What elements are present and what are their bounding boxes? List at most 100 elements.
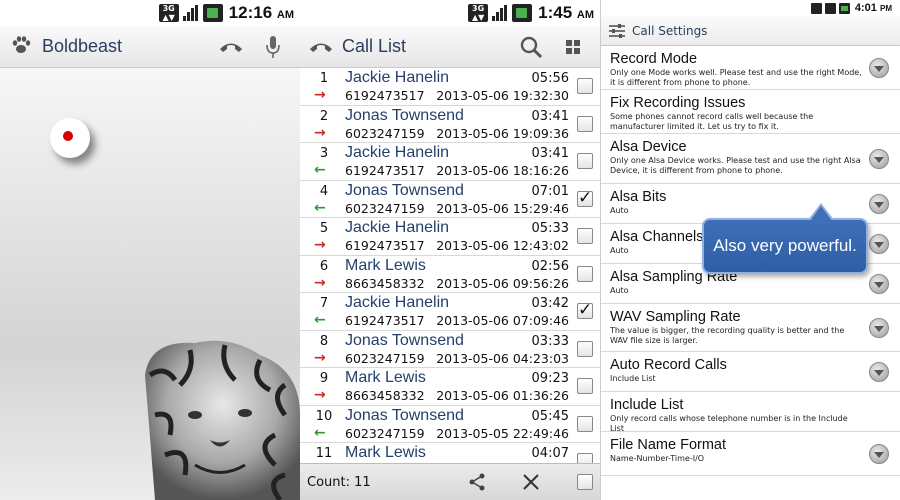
row-checkbox[interactable] (577, 78, 593, 94)
setting-description: Only record calls whose telephone number… (610, 414, 848, 433)
search-icon[interactable] (514, 30, 548, 64)
row-checkbox[interactable] (577, 265, 593, 282)
call-row[interactable]: 10 Jonas Townsend 05:45 ← 6023247159 2013-05-… (300, 406, 600, 443)
call-row[interactable]: 8 Jonas Townsend 03:33 → 6023247159 2013-05-0… (300, 331, 600, 368)
settings-item[interactable]: Include List Only record calls whose tele… (601, 392, 900, 433)
row-checkbox[interactable] (577, 115, 593, 132)
action-bar: Boldbeast (0, 26, 300, 68)
select-all-checkbox[interactable] (577, 474, 593, 490)
dropdown-chevron-icon[interactable] (869, 317, 889, 338)
dropdown-chevron-icon[interactable] (869, 148, 889, 169)
network-3g-icon: 3G ▲▼ (468, 4, 489, 22)
record-button[interactable] (50, 118, 90, 158)
row-checkbox[interactable] (577, 228, 593, 244)
call-duration: 05:45 (531, 408, 569, 424)
call-list-panel: 3G ▲▼ 1:45 AM Call List 1 Jackie Hanelin 05… (300, 0, 600, 500)
dropdown-chevron-icon[interactable] (869, 443, 889, 464)
setting-description: Auto (610, 286, 629, 295)
call-datetime: 2013-05-06 19:09:36 (436, 125, 569, 141)
dropdown-chevron-icon[interactable] (869, 273, 889, 294)
contact-name: Jonas Townsend (345, 331, 464, 349)
contact-name: Jackie Hanelin (345, 69, 450, 86)
dropdown-chevron-icon[interactable] (869, 57, 889, 78)
call-duration: 05:33 (531, 221, 569, 236)
status-time: 12:16 AM (229, 3, 294, 23)
delete-x-icon[interactable] (511, 464, 551, 500)
call-row[interactable]: 11 Mark Lewis 04:07 (300, 443, 600, 463)
row-checkbox[interactable] (577, 453, 593, 463)
call-duration: 03:41 (531, 146, 569, 161)
phone-number: 8663458332 (345, 275, 425, 291)
setting-description: The value is bigger, the recording quali… (610, 326, 845, 345)
setting-description: Only one Alsa Device works. Please test … (610, 156, 861, 175)
microphone-icon[interactable] (256, 30, 290, 64)
callout-tail-inner (810, 206, 832, 221)
screen-title: Call List (342, 36, 407, 56)
phone-number: 6023247159 (345, 350, 425, 366)
signal-icon (491, 4, 509, 22)
outgoing-call-arrow-icon: → (314, 349, 326, 366)
signal-icon (824, 2, 836, 14)
call-row[interactable]: 4 Jonas Townsend 07:01 ← 6023247159 2013-05-0… (300, 181, 600, 218)
settings-item[interactable]: Alsa Device Only one Alsa Device works. P… (601, 134, 900, 184)
call-datetime: 2013-05-06 15:29:46 (436, 200, 569, 216)
call-row[interactable]: 9 Mark Lewis 09:23 → 8663458332 2013-05-06 01… (300, 368, 600, 406)
dropdown-chevron-icon[interactable] (869, 233, 889, 254)
phone-handset-icon[interactable] (214, 30, 248, 64)
battery-icon (838, 2, 850, 14)
setting-description: Some phones cannot record calls well bec… (610, 112, 814, 131)
phone-handset-icon[interactable] (304, 30, 338, 64)
outgoing-call-arrow-icon: → (314, 124, 326, 141)
status-ampm: AM (276, 9, 294, 21)
row-checkbox[interactable] (577, 153, 593, 169)
row-checkbox[interactable]: ✓ (577, 302, 593, 319)
phone-number: 8663458332 (345, 388, 425, 403)
call-index: 6 (319, 258, 329, 274)
phone-number: 6192473517 (345, 313, 425, 328)
status-bar: 4:01 PM (601, 0, 900, 16)
paw-icon[interactable] (10, 34, 32, 60)
dropdown-chevron-icon[interactable] (869, 361, 889, 382)
call-row[interactable]: 7 Jackie Hanelin 03:42 ← 6192473517 2013-05-0… (300, 293, 600, 331)
settings-item[interactable]: WAV Sampling Rate The value is bigger, th… (601, 304, 900, 352)
battery-icon (202, 4, 223, 22)
call-row[interactable]: 3 Jackie Hanelin 03:41 ← 6192473517 2013-05-0… (300, 143, 600, 181)
call-index: 8 (319, 333, 329, 349)
settings-item[interactable]: File Name Format Name-Number-Time-I/O (601, 432, 900, 476)
call-datetime: 2013-05-06 18:16:26 (436, 163, 569, 178)
call-row[interactable]: 2 Jonas Townsend 03:41 → 6023247159 2013-05-0… (300, 106, 600, 143)
phone-number: 6023247159 (345, 200, 425, 216)
setting-title: Alsa Device (610, 139, 687, 155)
call-datetime: 2013-05-05 22:49:46 (436, 425, 569, 441)
network-3g-icon: 3G ▲▼ (158, 4, 179, 22)
setting-description: Only one Mode works well. Please test an… (610, 68, 862, 87)
tiger-image (145, 340, 300, 500)
setting-title: Record Mode (610, 51, 698, 67)
row-checkbox[interactable] (577, 378, 593, 394)
grid-menu-icon[interactable] (556, 30, 590, 64)
call-index: 9 (319, 371, 329, 386)
share-icon[interactable] (457, 464, 497, 500)
settings-item[interactable]: Auto Record Calls Include List (601, 352, 900, 392)
row-checkbox[interactable] (577, 340, 593, 357)
row-checkbox[interactable]: ✓ (577, 189, 593, 207)
call-row[interactable]: 5 Jackie Hanelin 05:33 → 6192473517 2013-05-0… (300, 218, 600, 256)
call-datetime: 2013-05-06 04:23:03 (436, 350, 569, 366)
dropdown-chevron-icon[interactable] (869, 193, 889, 214)
settings-item[interactable]: Record Mode Only one Mode works well. Ple… (601, 46, 900, 90)
call-index: 11 (315, 446, 333, 461)
call-row[interactable]: 1 Jackie Hanelin 05:56 → 6192473517 2013-05-0… (300, 68, 600, 106)
call-row[interactable]: 6 Mark Lewis 02:56 → 8663458332 2013-05-06 09… (300, 256, 600, 293)
sliders-icon (609, 23, 625, 38)
setting-title: Include List (610, 397, 684, 413)
outgoing-call-arrow-icon: → (314, 274, 326, 291)
phone-number: 6023247159 (345, 425, 425, 441)
call-datetime: 2013-05-06 07:09:46 (436, 313, 569, 328)
settings-item[interactable]: Fix Recording Issues Some phones cannot r… (601, 90, 900, 134)
settings-title-bar: Call Settings (601, 16, 900, 46)
phone-number: 6192473517 (345, 163, 425, 178)
app-title: Boldbeast (42, 36, 123, 56)
contact-name: Jonas Townsend (345, 406, 464, 424)
row-checkbox[interactable] (577, 415, 593, 432)
call-index: 5 (319, 221, 329, 236)
